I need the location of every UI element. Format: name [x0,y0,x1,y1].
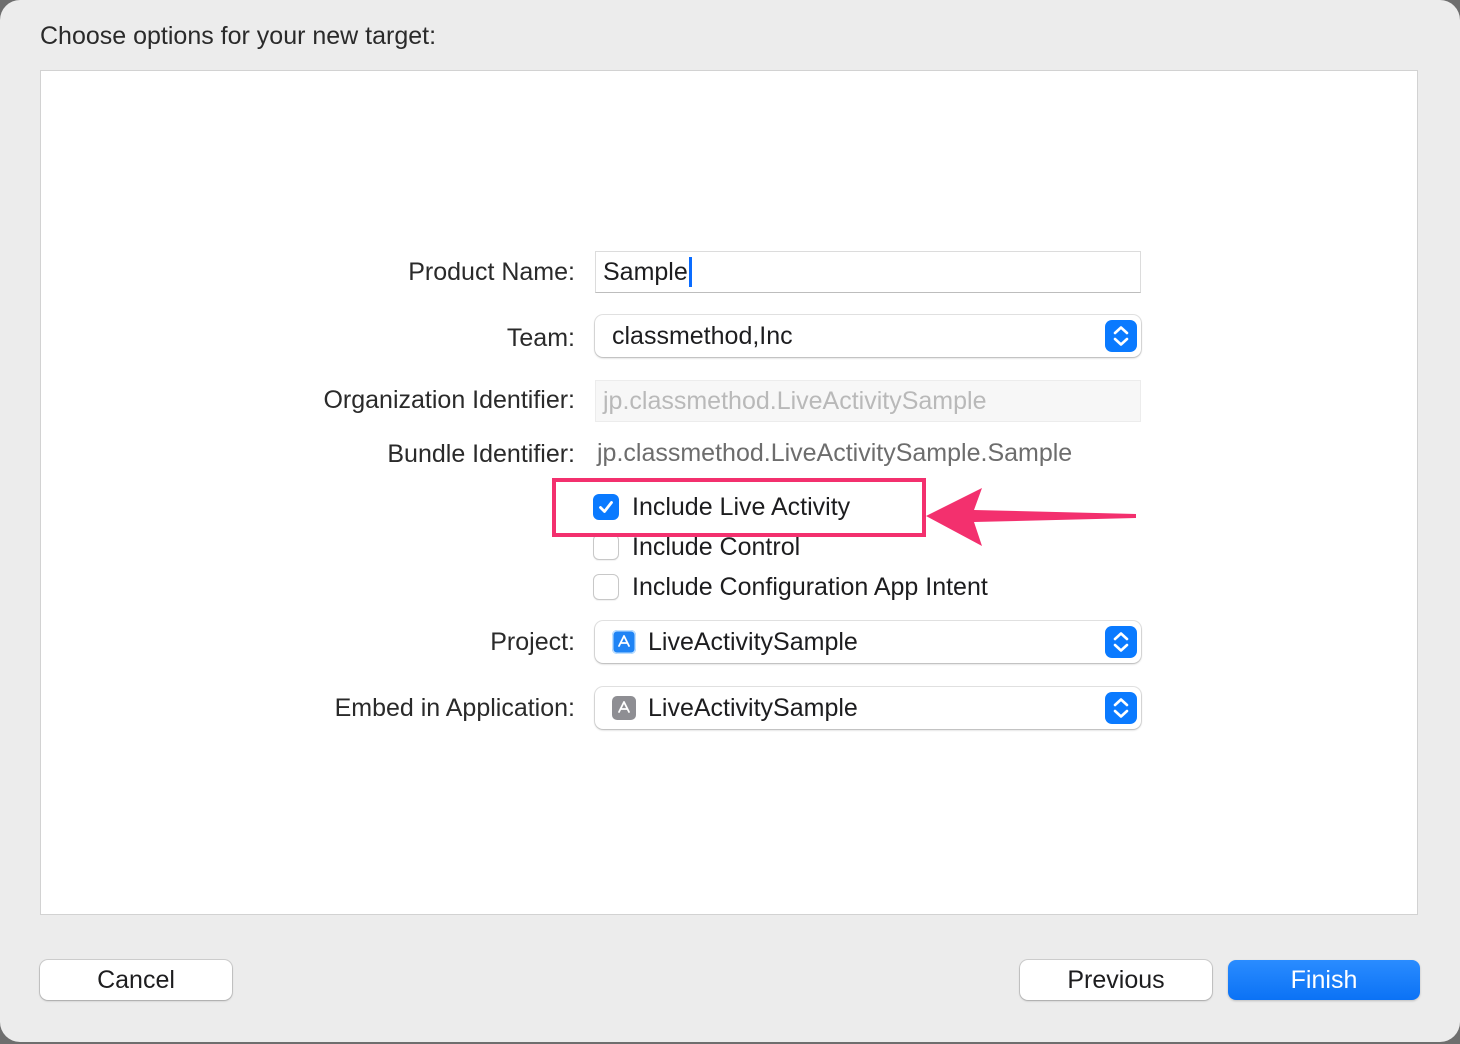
bundle-identifier-label: Bundle Identifier: [387,440,575,468]
include-configuration-app-intent-checkbox[interactable]: Include Configuration App Intent [593,573,988,601]
annotation-arrow-icon [926,488,1136,546]
checkbox-unchecked-icon [593,534,619,560]
team-value: classmethod,Inc [612,321,793,350]
product-name-label: Product Name: [408,258,575,286]
popup-stepper-icon [1105,626,1137,658]
previous-button[interactable]: Previous [1020,960,1212,1000]
annotation-highlight-box [552,478,926,537]
finish-button[interactable]: Finish [1228,960,1420,1000]
cancel-button[interactable]: Cancel [40,960,232,1000]
organization-identifier-label: Organization Identifier: [323,386,575,414]
popup-stepper-icon [1105,692,1137,724]
team-label: Team: [506,324,575,352]
embed-in-application-label: Embed in Application: [334,694,575,722]
include-configuration-app-intent-label: Include Configuration App Intent [632,572,988,601]
organization-identifier-placeholder: jp.classmethod.LiveActivitySample [603,386,987,415]
text-cursor [688,257,692,287]
product-name-field[interactable]: Sample [595,251,1141,293]
checkbox-unchecked-icon [593,574,619,600]
app-icon [612,696,636,720]
organization-identifier-field[interactable]: jp.classmethod.LiveActivitySample [595,380,1141,422]
product-name-value: Sample [603,257,688,286]
embed-in-application-value: LiveActivitySample [648,693,858,722]
popup-stepper-icon [1105,320,1137,352]
project-label: Project: [490,628,575,656]
sheet-title: Choose options for your new target: [40,22,437,50]
team-popup[interactable]: classmethod,Inc [595,315,1141,357]
include-control-checkbox[interactable]: Include Control [593,533,800,561]
bundle-identifier-value: jp.classmethod.LiveActivitySample.Sample [597,439,1073,467]
new-target-options-sheet: Choose options for your new target: Prod… [0,0,1460,1042]
embed-in-application-popup[interactable]: LiveActivitySample [595,687,1141,729]
project-popup[interactable]: LiveActivitySample [595,621,1141,663]
project-value: LiveActivitySample [648,627,858,656]
app-store-icon [612,630,636,654]
